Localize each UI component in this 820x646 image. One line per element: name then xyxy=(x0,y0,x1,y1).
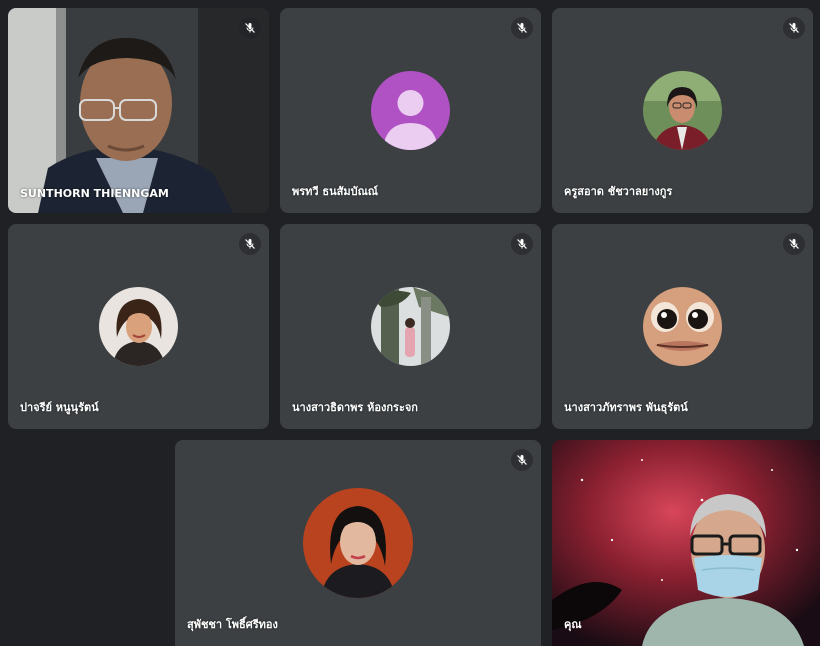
participant-avatar-photo xyxy=(643,71,722,150)
muted-mic-icon xyxy=(783,233,805,255)
participant-name: คุณ xyxy=(564,618,582,631)
self-tile[interactable]: คุณ xyxy=(552,440,820,646)
participant-name: สุพัชชา โพธิ์ศรีทอง xyxy=(187,618,278,631)
participant-avatar-photo xyxy=(99,287,178,366)
muted-mic-icon xyxy=(511,17,533,39)
participant-avatar-photo xyxy=(371,287,450,366)
participant-tile-sa-at[interactable]: ครูสอาด ชัชวาลยางกูร xyxy=(552,8,813,213)
muted-mic-icon xyxy=(783,17,805,39)
participant-tile-thidaporn[interactable]: นางสาวธิดาพร ห้องกระจก xyxy=(280,224,541,429)
participant-name: พรทวี ธนสัมบัณณ์ xyxy=(292,185,379,198)
participant-avatar-photo xyxy=(303,488,413,598)
muted-mic-icon xyxy=(511,233,533,255)
default-avatar-icon xyxy=(371,71,450,150)
participant-tile-phattraporn[interactable]: นางสาวภัทราพร พันธุรัตน์ xyxy=(552,224,813,429)
participant-avatar-photo xyxy=(643,287,722,366)
meeting-grid: SUNTHORN THIENNGAM พรทวี ธนสัมบัณณ์ ครูส… xyxy=(0,0,820,646)
participant-tile-supatcha[interactable]: สุพัชชา โพธิ์ศรีทอง xyxy=(175,440,541,646)
participant-tile-pornthawee[interactable]: พรทวี ธนสัมบัณณ์ xyxy=(280,8,541,213)
participant-name: นางสาวภัทราพร พันธุรัตน์ xyxy=(564,401,688,414)
self-video xyxy=(552,440,820,646)
participant-tile-pajaree[interactable]: ปาจรีย์ หนูนุรัตน์ xyxy=(8,224,269,429)
participant-name: ครูสอาด ชัชวาลยางกูร xyxy=(564,185,673,198)
muted-mic-icon xyxy=(239,233,261,255)
muted-mic-icon xyxy=(239,17,261,39)
participant-video xyxy=(8,8,269,213)
participant-name: SUNTHORN THIENNGAM xyxy=(20,187,169,200)
muted-mic-icon xyxy=(511,449,533,471)
participant-tile-sunthorn[interactable]: SUNTHORN THIENNGAM xyxy=(8,8,269,213)
participant-name: ปาจรีย์ หนูนุรัตน์ xyxy=(20,401,99,414)
participant-name: นางสาวธิดาพร ห้องกระจก xyxy=(292,401,418,414)
